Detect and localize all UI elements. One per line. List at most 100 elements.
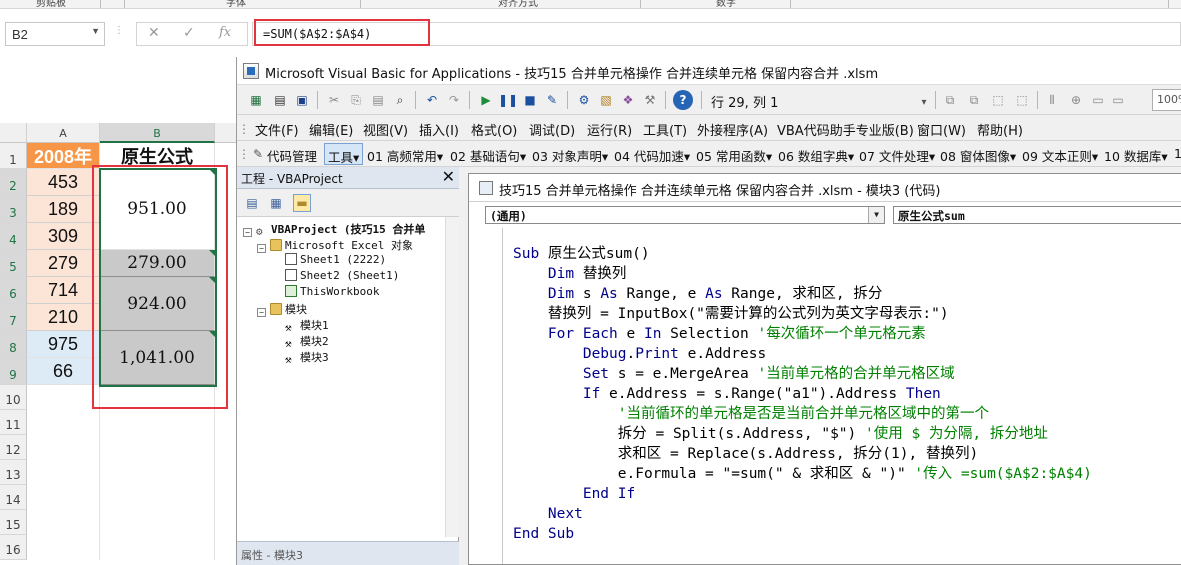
code-line[interactable]: Next (513, 504, 1092, 524)
center-icon[interactable]: ⊕ (1067, 91, 1085, 109)
object-combo[interactable]: (通用) ▼ (485, 206, 885, 224)
cell-b5[interactable]: 279.00 (100, 250, 215, 277)
cell-a6[interactable]: 714 (27, 277, 100, 304)
insert-module-icon[interactable]: ▤ (271, 91, 289, 109)
design-mode-icon[interactable]: ✎ (543, 91, 561, 109)
row-header[interactable]: 13 (0, 460, 27, 485)
cell-a2[interactable]: 453 (27, 169, 100, 196)
cell-b2-merged[interactable]: 951.00 (100, 169, 215, 250)
menu-help[interactable]: 帮助(H) (977, 120, 1023, 139)
tree-item-module1[interactable]: ⚒ 模块1 (285, 317, 329, 334)
collapse-icon[interactable]: − (243, 228, 252, 237)
paste-icon[interactable]: ▤ (369, 91, 387, 109)
code-line[interactable]: Dim s As Range, e As Range, 求和区, 拆分 (513, 284, 1092, 304)
properties-icon[interactable]: ▧ (597, 91, 615, 109)
menu-debug[interactable]: 调试(D) (529, 120, 575, 139)
code-editor[interactable]: Sub 原生公式sum() Dim 替换列 Dim s As Range, e … (513, 244, 1092, 544)
cell-b1[interactable]: 原生公式 (100, 143, 215, 169)
code-line[interactable]: For Each e In Selection '每次循环一个单元格元素 (513, 324, 1092, 344)
column-header-c[interactable] (215, 123, 236, 143)
cancel-icon[interactable]: ✕ (148, 25, 160, 41)
project-explorer-icon[interactable]: ⚙ (575, 91, 593, 109)
save-icon[interactable]: ▣ (293, 91, 311, 109)
menu-file[interactable]: 文件(F) (255, 120, 299, 139)
tree-item-excel-objects[interactable]: − Microsoft Excel 对象 (257, 237, 413, 253)
cell-a1[interactable]: 2008年 (27, 143, 100, 169)
chevron-down-icon[interactable]: ▼ (91, 26, 100, 36)
formula-input[interactable]: =SUM($A$2:$A$4) (252, 22, 1181, 46)
help-icon[interactable]: ? (673, 90, 693, 110)
group-icon[interactable]: ⬚ (989, 91, 1007, 109)
code-margin[interactable] (477, 228, 503, 564)
cell-b6-merged[interactable]: 924.00 (100, 277, 215, 331)
code-line[interactable]: Sub 原生公式sum() (513, 244, 1092, 264)
code-line[interactable]: Dim 替换列 (513, 264, 1092, 284)
row-header[interactable]: 14 (0, 485, 27, 510)
code-line[interactable]: Set s = e.MergeArea '当前单元格的合并单元格区域 (513, 364, 1092, 384)
row-header[interactable]: 7 (0, 304, 27, 331)
column-header-b[interactable]: B (100, 123, 215, 143)
addin-07[interactable]: 07 文件处理▾ (859, 146, 935, 165)
column-header-a[interactable]: A (27, 123, 100, 143)
menu-edit[interactable]: 编辑(E) (309, 120, 353, 139)
menu-view[interactable]: 视图(V) (363, 120, 408, 139)
tree-item-sheet1[interactable]: Sheet1 (2222) (285, 253, 386, 269)
toolbox-icon[interactable]: ⚒ (641, 91, 659, 109)
menu-vba-helper[interactable]: VBA代码助手专业版(B) (777, 120, 914, 139)
object-browser-icon[interactable]: ❖ (619, 91, 637, 109)
row-header[interactable]: 2 (0, 169, 27, 196)
row-header[interactable]: 12 (0, 435, 27, 460)
size-icon[interactable]: ▭ (1089, 91, 1107, 109)
code-line[interactable]: 拆分 = Split(s.Address, "$") '使用 $ 为分隔, 拆分… (513, 424, 1092, 444)
row-header[interactable]: 4 (0, 223, 27, 250)
copy-icon[interactable]: ⎘ (347, 91, 365, 109)
addin-06[interactable]: 06 数组字典▾ (778, 146, 854, 165)
cut-icon[interactable]: ✂ (325, 91, 343, 109)
send-back-icon[interactable]: ⧉ (965, 91, 983, 109)
row-header[interactable]: 15 (0, 510, 27, 535)
row-header[interactable]: 11 (0, 410, 27, 435)
fx-icon[interactable]: fx (219, 25, 231, 40)
tree-item-module3[interactable]: ⚒ 模块3 (285, 349, 329, 366)
menu-format[interactable]: 格式(O) (471, 120, 517, 139)
redo-icon[interactable]: ↷ (445, 91, 463, 109)
tree-item-module2[interactable]: ⚒ 模块2 (285, 333, 329, 350)
addin-code-manage[interactable]: 代码管理 (267, 146, 317, 165)
find-icon[interactable]: ⌕ (391, 91, 409, 109)
cell-b8-merged[interactable]: 1,041.00 (100, 331, 215, 385)
menu-insert[interactable]: 插入(I) (419, 120, 459, 139)
code-line[interactable]: End Sub (513, 524, 1092, 544)
pause-icon[interactable]: ❚❚ (498, 91, 518, 109)
view-object-icon[interactable]: ▦ (267, 194, 285, 212)
cell-a7[interactable]: 210 (27, 304, 100, 331)
cell-a5[interactable]: 279 (27, 250, 100, 277)
toggle-folders-icon[interactable]: ▬ (293, 194, 311, 212)
addin-10[interactable]: 10 数据库▾ (1104, 146, 1168, 165)
row-header[interactable]: 1 (0, 143, 27, 169)
row-header[interactable]: 6 (0, 277, 27, 304)
code-line[interactable]: e.Formula = "=sum(" & 求和区 & ")" '传入 =sum… (513, 464, 1092, 484)
menu-addins[interactable]: 外接程序(A) (697, 120, 768, 139)
code-line[interactable]: 替换列 = InputBox("需要计算的公式列为英文字母表示:") (513, 304, 1092, 324)
row-header[interactable]: 10 (0, 385, 27, 410)
tree-item-project[interactable]: − ⚙ VBAProject (技巧15 合并单 (243, 221, 425, 238)
undo-icon[interactable]: ↶ (423, 91, 441, 109)
excel-view-icon[interactable]: ▦ (247, 91, 265, 109)
code-line[interactable]: End If (513, 484, 1092, 504)
spacing-icon[interactable]: ▭ (1109, 91, 1127, 109)
toolbar-overflow-icon[interactable]: ▾ (919, 93, 929, 111)
addin-04[interactable]: 04 代码加速▾ (614, 146, 690, 165)
align-icon[interactable]: ⫴ (1043, 91, 1061, 109)
menu-run[interactable]: 运行(R) (587, 120, 632, 139)
addin-11[interactable]: 1 (1174, 146, 1181, 161)
row-header[interactable]: 8 (0, 331, 27, 358)
addin-01[interactable]: 01 高频常用▾ (367, 146, 443, 165)
chevron-down-icon[interactable]: ▼ (868, 207, 884, 223)
menu-window[interactable]: 窗口(W) (917, 120, 966, 139)
select-all-corner[interactable] (0, 123, 27, 143)
tree-item-sheet2[interactable]: Sheet2 (Sheet1) (285, 269, 399, 285)
zoom-box[interactable]: 100% (1152, 89, 1181, 111)
cell-a8[interactable]: 975 (27, 331, 100, 358)
row-header[interactable]: 9 (0, 358, 27, 385)
code-line[interactable]: If e.Address = s.Range("a1").Address The… (513, 384, 1092, 404)
